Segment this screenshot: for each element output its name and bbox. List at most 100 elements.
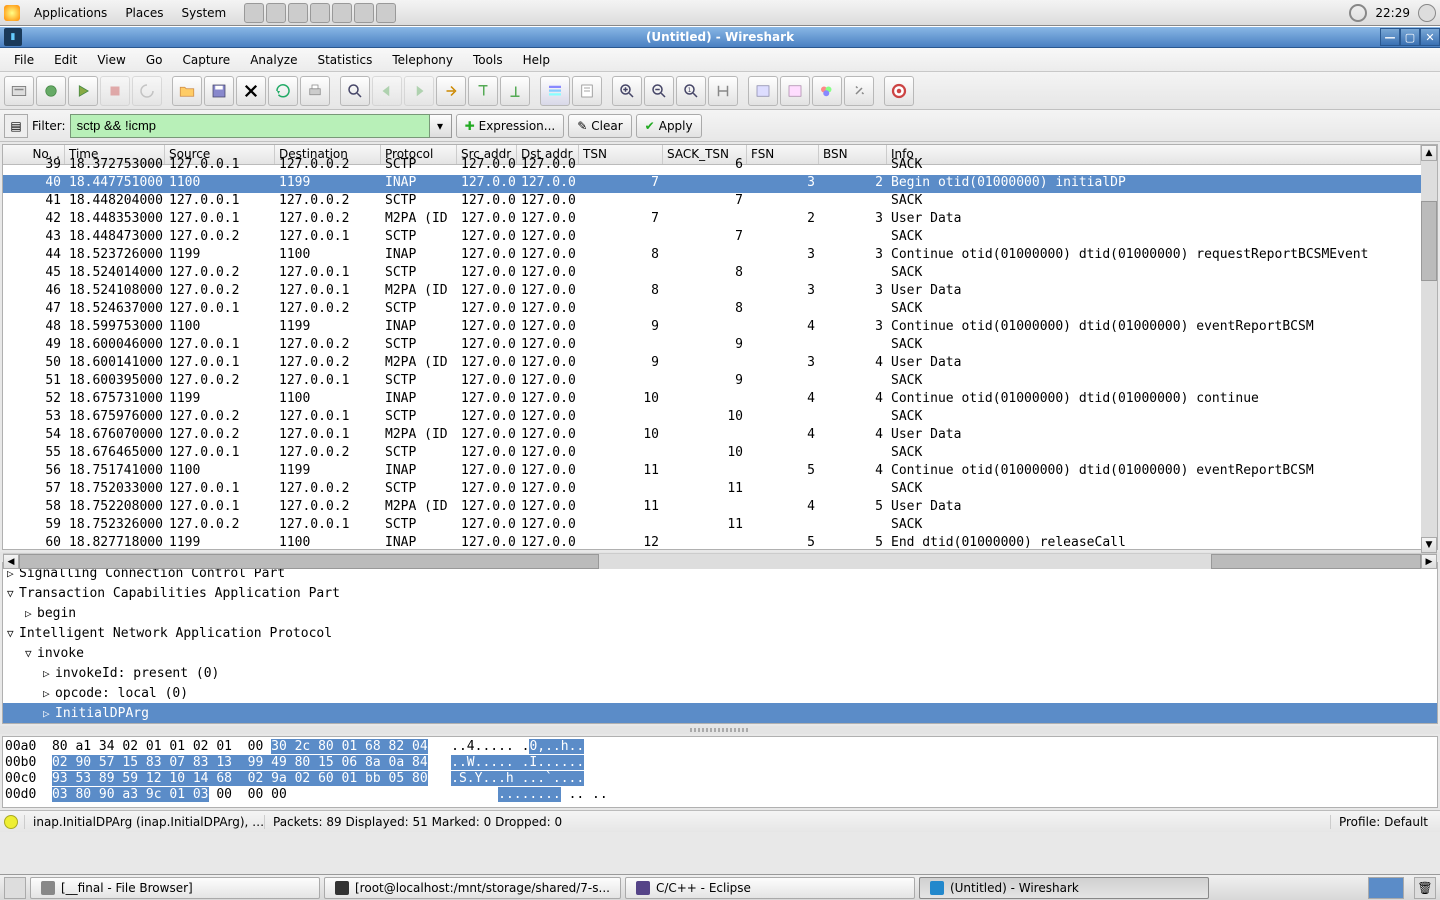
stop-capture-button[interactable] [100, 76, 130, 106]
collapse-icon[interactable]: ▽ [7, 587, 19, 600]
packet-list-hscroll[interactable]: ◀▶ [3, 553, 1437, 569]
expression-button[interactable]: ✚Expression... [456, 114, 565, 138]
colorize-button[interactable] [540, 76, 570, 106]
trash-icon[interactable]: 🗑 [1414, 877, 1436, 899]
launcher-icon[interactable] [244, 3, 264, 23]
go-back-button[interactable] [372, 76, 402, 106]
expand-icon[interactable]: ▷ [25, 607, 37, 620]
packet-row[interactable]: 6018.82771800011991100INAP127.0.0.127.0.… [3, 535, 1421, 553]
menu-file[interactable]: File [4, 51, 44, 69]
launcher-icon[interactable] [354, 3, 374, 23]
tree-inap[interactable]: ▽Intelligent Network Application Protoco… [3, 623, 1437, 643]
save-button[interactable] [204, 76, 234, 106]
packet-bytes-pane[interactable]: 00a0 80 a1 34 02 01 01 02 01 00 30 2c 80… [2, 736, 1438, 808]
launcher-icon[interactable] [332, 3, 352, 23]
menu-analyze[interactable]: Analyze [240, 51, 307, 69]
open-button[interactable] [172, 76, 202, 106]
menu-view[interactable]: View [87, 51, 135, 69]
menu-go[interactable]: Go [136, 51, 173, 69]
apply-button[interactable]: ✔Apply [636, 114, 702, 138]
menu-capture[interactable]: Capture [172, 51, 240, 69]
goto-packet-button[interactable] [436, 76, 466, 106]
print-button[interactable] [300, 76, 330, 106]
launcher-icon[interactable] [310, 3, 330, 23]
tree-invoke[interactable]: ▽invoke [3, 643, 1437, 663]
packet-row[interactable]: 4518.524014000127.0.0.2127.0.0.1SCTP127.… [3, 265, 1421, 283]
packet-row[interactable]: 4318.448473000127.0.0.2127.0.0.1SCTP127.… [3, 229, 1421, 247]
packet-row[interactable]: 5618.75174100011001199INAP127.0.0.127.0.… [3, 463, 1421, 481]
find-button[interactable] [340, 76, 370, 106]
coloring-rules-button[interactable] [812, 76, 842, 106]
restart-capture-button[interactable] [132, 76, 162, 106]
expand-icon[interactable]: ▷ [43, 707, 55, 720]
prefs-button[interactable] [844, 76, 874, 106]
packet-row[interactable]: 4418.52372600011991100INAP127.0.0.127.0.… [3, 247, 1421, 265]
packet-row[interactable]: 5718.752033000127.0.0.1127.0.0.2SCTP127.… [3, 481, 1421, 499]
interfaces-button[interactable] [4, 76, 34, 106]
go-forward-button[interactable] [404, 76, 434, 106]
workspace-switcher[interactable] [1368, 877, 1404, 899]
launcher-icon[interactable] [288, 3, 308, 23]
tree-opcode[interactable]: ▷opcode: local (0) [3, 683, 1437, 703]
menu-statistics[interactable]: Statistics [307, 51, 382, 69]
clock[interactable]: 22:29 [1375, 6, 1410, 20]
packet-row[interactable]: 5518.676465000127.0.0.1127.0.0.2SCTP127.… [3, 445, 1421, 463]
reload-button[interactable] [268, 76, 298, 106]
start-capture-button[interactable] [68, 76, 98, 106]
menu-telephony[interactable]: Telephony [382, 51, 463, 69]
filter-bookmark-button[interactable]: ▤ [4, 114, 28, 138]
packet-row[interactable]: 4618.524108000127.0.0.2127.0.0.1M2PA (ID… [3, 283, 1421, 301]
packet-row[interactable]: 4118.448204000127.0.0.1127.0.0.2SCTP127.… [3, 193, 1421, 211]
expand-icon[interactable]: ▷ [7, 567, 19, 580]
expand-icon[interactable]: ▷ [43, 667, 55, 680]
window-titlebar[interactable]: ▮ (Untitled) - Wireshark — ▢ ✕ [0, 26, 1440, 48]
menu-edit[interactable]: Edit [44, 51, 87, 69]
launcher-icon[interactable] [266, 3, 286, 23]
packet-row[interactable]: 3918.372753000127.0.0.1127.0.0.2SCTP127.… [3, 157, 1421, 175]
packet-row[interactable]: 5318.675976000127.0.0.2127.0.0.1SCTP127.… [3, 409, 1421, 427]
packet-row[interactable]: 5918.752326000127.0.0.2127.0.0.1SCTP127.… [3, 517, 1421, 535]
zoom-in-button[interactable] [612, 76, 642, 106]
packet-row[interactable]: 5118.600395000127.0.0.2127.0.0.1SCTP127.… [3, 373, 1421, 391]
apps-menu[interactable]: Applications [26, 4, 115, 22]
menu-help[interactable]: Help [513, 51, 560, 69]
menu-tools[interactable]: Tools [463, 51, 513, 69]
tree-initialdparg[interactable]: ▷InitialDPArg [3, 703, 1437, 723]
help-button[interactable] [884, 76, 914, 106]
packet-list-body[interactable]: 3918.372753000127.0.0.1127.0.0.2SCTP127.… [3, 157, 1421, 553]
filter-input[interactable] [70, 114, 430, 138]
collapse-icon[interactable]: ▽ [7, 627, 19, 640]
packet-row[interactable]: 4718.524637000127.0.0.1127.0.0.2SCTP127.… [3, 301, 1421, 319]
expand-icon[interactable]: ▷ [43, 687, 55, 700]
clear-button[interactable]: ✎Clear [568, 114, 631, 138]
collapse-icon[interactable]: ▽ [25, 647, 37, 660]
launcher-icon[interactable] [376, 3, 396, 23]
zoom-reset-button[interactable]: 1 [676, 76, 706, 106]
tree-tcap[interactable]: ▽Transaction Capabilities Application Pa… [3, 583, 1437, 603]
splitter-2[interactable] [0, 726, 1440, 734]
options-button[interactable] [36, 76, 66, 106]
minimize-button[interactable]: — [1380, 28, 1400, 46]
packet-row[interactable]: 5818.752208000127.0.0.1127.0.0.2M2PA (ID… [3, 499, 1421, 517]
network-icon[interactable] [1349, 4, 1367, 22]
packet-row[interactable]: 5018.600141000127.0.0.1127.0.0.2M2PA (ID… [3, 355, 1421, 373]
sound-icon[interactable] [1418, 4, 1436, 22]
task-file-browser[interactable]: [__final - File Browser] [30, 877, 320, 899]
tree-invokeid[interactable]: ▷invokeId: present (0) [3, 663, 1437, 683]
goto-last-button[interactable] [500, 76, 530, 106]
task-wireshark[interactable]: (Untitled) - Wireshark [919, 877, 1209, 899]
system-menu[interactable]: System [173, 4, 234, 22]
resize-columns-button[interactable] [708, 76, 738, 106]
capture-filters-button[interactable] [748, 76, 778, 106]
packet-row[interactable]: 4918.600046000127.0.0.1127.0.0.2SCTP127.… [3, 337, 1421, 355]
maximize-button[interactable]: ▢ [1400, 28, 1420, 46]
close-file-button[interactable] [236, 76, 266, 106]
task-eclipse[interactable]: C/C++ - Eclipse [625, 877, 915, 899]
status-profile[interactable]: Profile: Default [1330, 815, 1436, 829]
expert-info-icon[interactable] [4, 815, 18, 829]
autoscroll-button[interactable] [572, 76, 602, 106]
packet-list-vscroll[interactable]: ▲▼ [1421, 145, 1437, 553]
close-button[interactable]: ✕ [1420, 28, 1440, 46]
packet-row[interactable]: 5218.67573100011991100INAP127.0.0.127.0.… [3, 391, 1421, 409]
packet-row[interactable]: 5418.676070000127.0.0.2127.0.0.1M2PA (ID… [3, 427, 1421, 445]
